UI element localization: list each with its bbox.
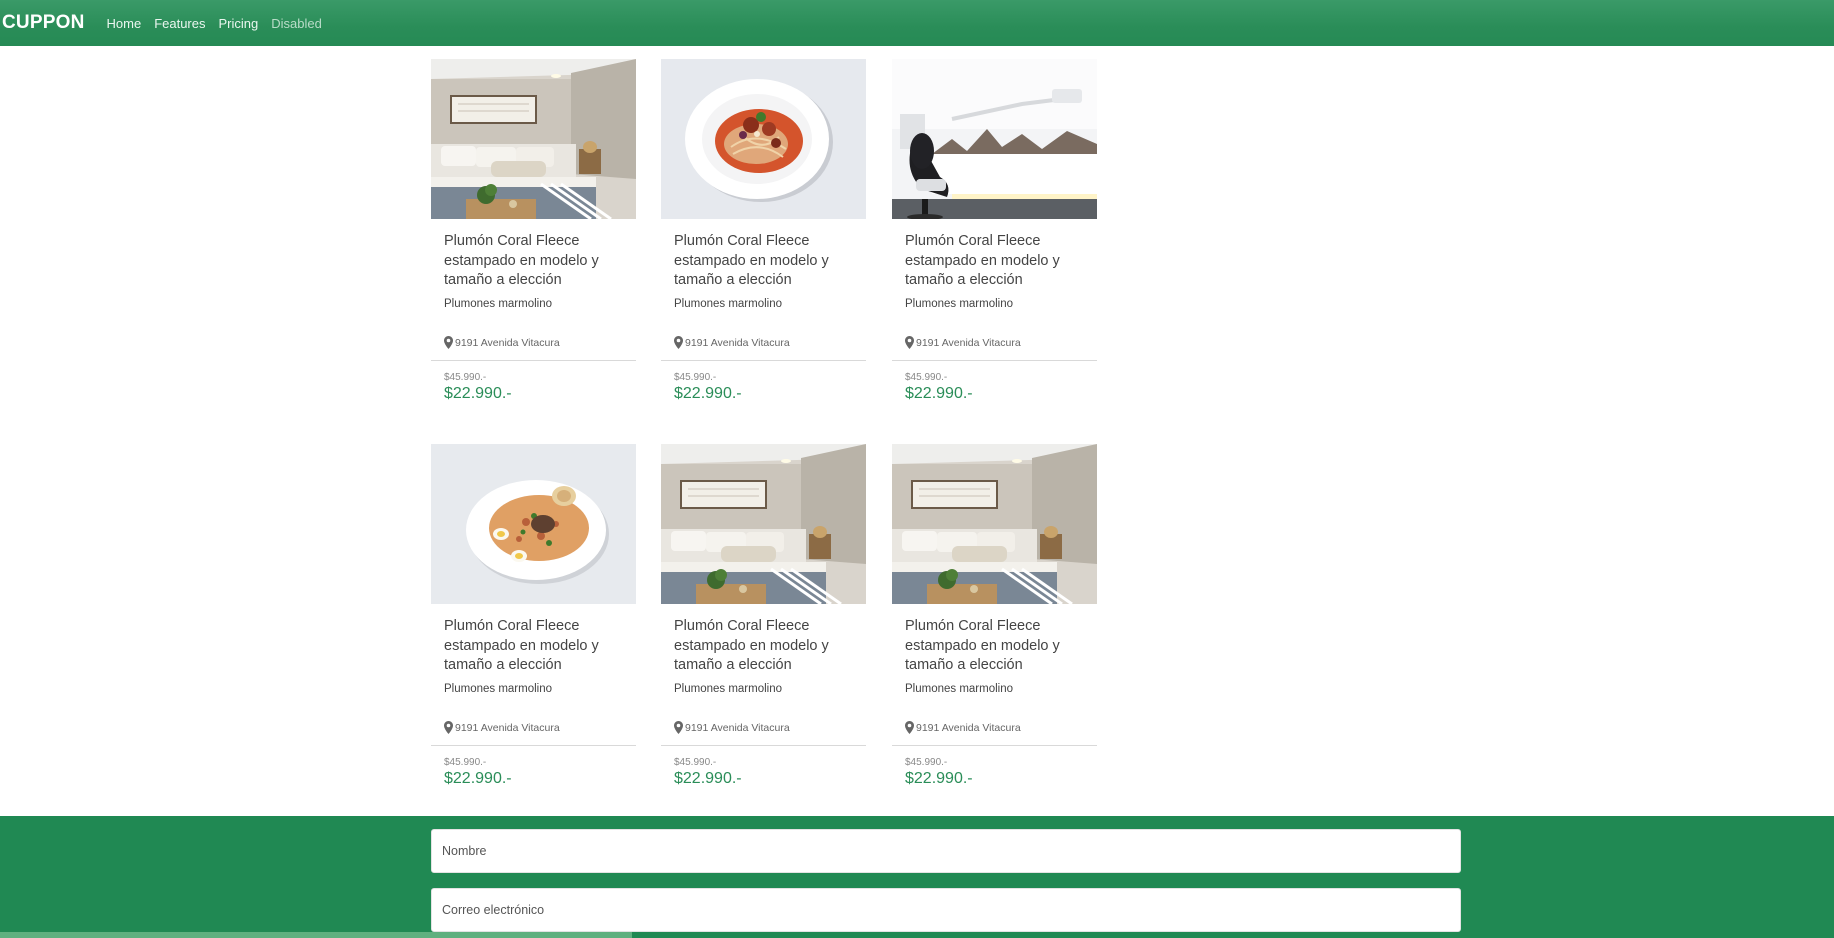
deal-old-price: $45.990.- <box>905 757 948 768</box>
deal-image[interactable] <box>892 444 1097 604</box>
deal-category: Plumones marmolino <box>444 683 553 695</box>
deal-category: Plumones marmolino <box>444 298 553 310</box>
contact-footer <box>0 816 1834 938</box>
deal-address-text: 9191 Avenida Vitacura <box>916 721 1021 734</box>
deal-address: 9191 Avenida Vitacura <box>905 336 1021 349</box>
map-marker-icon <box>444 336 453 349</box>
nav-link-home[interactable]: Home <box>107 16 142 31</box>
nav-link-pricing[interactable]: Pricing <box>219 16 259 31</box>
deal-image[interactable] <box>892 59 1097 219</box>
card-divider <box>892 745 1097 746</box>
deal-card[interactable]: Plumón Coral Fleece estampado en modelo … <box>661 444 866 794</box>
deal-title[interactable]: Plumón Coral Fleece estampado en modelo … <box>905 232 1090 291</box>
deal-price: $22.990.- <box>674 385 742 402</box>
deal-address-text: 9191 Avenida Vitacura <box>685 336 790 349</box>
deal-address: 9191 Avenida Vitacura <box>444 721 560 734</box>
deal-address-text: 9191 Avenida Vitacura <box>455 336 560 349</box>
deal-price: $22.990.- <box>444 770 512 787</box>
deal-price: $22.990.- <box>674 770 742 787</box>
nav-link-disabled: Disabled <box>271 15 322 31</box>
brand-logo[interactable]: CUPPON <box>2 12 85 34</box>
map-marker-icon <box>444 721 453 734</box>
deal-price: $22.990.- <box>444 385 512 402</box>
deal-old-price: $45.990.- <box>905 372 948 383</box>
nav-link-features[interactable]: Features <box>154 16 205 31</box>
deal-address: 9191 Avenida Vitacura <box>674 721 790 734</box>
deal-card[interactable]: Plumón Coral Fleece estampado en modelo … <box>661 59 866 409</box>
deal-address: 9191 Avenida Vitacura <box>674 336 790 349</box>
deal-address-text: 9191 Avenida Vitacura <box>916 336 1021 349</box>
deal-card[interactable]: Plumón Coral Fleece estampado en modelo … <box>431 59 636 409</box>
map-marker-icon <box>905 721 914 734</box>
deal-old-price: $45.990.- <box>444 757 487 768</box>
deal-price: $22.990.- <box>905 385 973 402</box>
card-divider <box>661 745 866 746</box>
deal-price: $22.990.- <box>905 770 973 787</box>
deal-title[interactable]: Plumón Coral Fleece estampado en modelo … <box>444 617 629 676</box>
deal-category: Plumones marmolino <box>905 683 1014 695</box>
card-divider <box>431 745 636 746</box>
deal-address: 9191 Avenida Vitacura <box>444 336 560 349</box>
card-divider <box>892 360 1097 361</box>
map-marker-icon <box>674 721 683 734</box>
deal-card[interactable]: Plumón Coral Fleece estampado en modelo … <box>431 444 636 794</box>
deal-category: Plumones marmolino <box>905 298 1014 310</box>
deal-title[interactable]: Plumón Coral Fleece estampado en modelo … <box>674 232 859 291</box>
deal-image[interactable] <box>431 444 636 604</box>
deal-old-price: $45.990.- <box>674 372 717 383</box>
card-divider <box>431 360 636 361</box>
top-navbar: CUPPON Home Features Pricing Disabled <box>0 0 1834 46</box>
deal-address-text: 9191 Avenida Vitacura <box>455 721 560 734</box>
deal-category: Plumones marmolino <box>674 298 783 310</box>
deal-address-text: 9191 Avenida Vitacura <box>685 721 790 734</box>
page-load-indicator <box>0 932 632 938</box>
deal-image[interactable] <box>661 444 866 604</box>
deal-address: 9191 Avenida Vitacura <box>905 721 1021 734</box>
card-divider <box>661 360 866 361</box>
deal-card[interactable]: Plumón Coral Fleece estampado en modelo … <box>892 444 1097 794</box>
map-marker-icon <box>905 336 914 349</box>
deal-image[interactable] <box>431 59 636 219</box>
deal-card[interactable]: Plumón Coral Fleece estampado en modelo … <box>892 59 1097 409</box>
name-input[interactable] <box>431 829 1461 873</box>
deal-title[interactable]: Plumón Coral Fleece estampado en modelo … <box>905 617 1090 676</box>
map-marker-icon <box>674 336 683 349</box>
deal-old-price: $45.990.- <box>674 757 717 768</box>
email-input[interactable] <box>431 888 1461 932</box>
deal-title[interactable]: Plumón Coral Fleece estampado en modelo … <box>444 232 629 291</box>
deal-old-price: $45.990.- <box>444 372 487 383</box>
deal-image[interactable] <box>661 59 866 219</box>
deal-category: Plumones marmolino <box>674 683 783 695</box>
deal-title[interactable]: Plumón Coral Fleece estampado en modelo … <box>674 617 859 676</box>
